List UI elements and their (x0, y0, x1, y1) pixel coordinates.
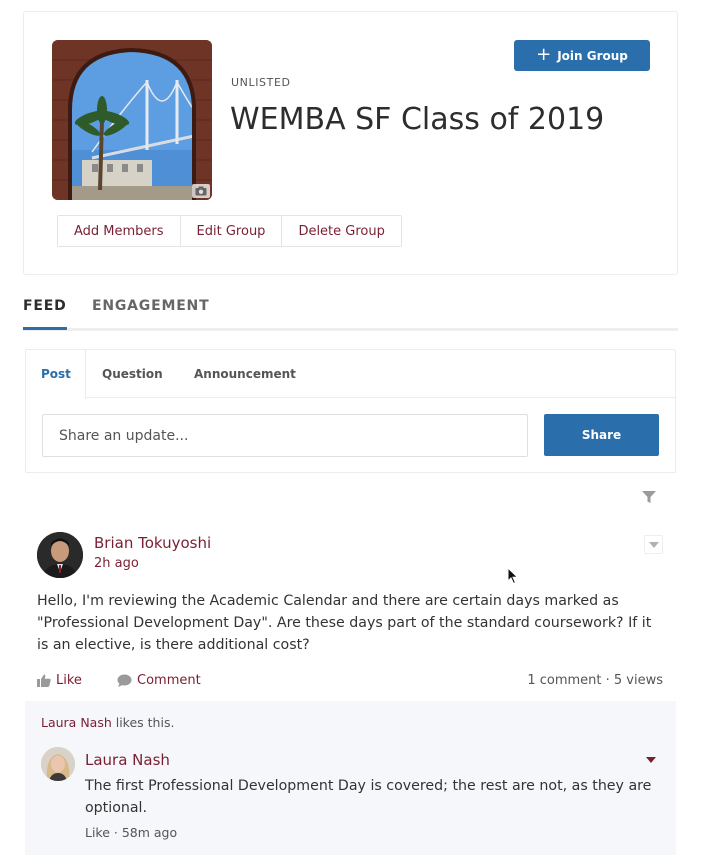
group-header-card: UNLISTED WEMBA SF Class of 2019 + Join G… (23, 11, 678, 275)
comment-author[interactable]: Laura Nash (85, 751, 170, 769)
avatar[interactable] (37, 532, 83, 578)
likes-summary: Laura Nash likes this. (41, 715, 174, 730)
edit-group-button[interactable]: Edit Group (180, 216, 283, 246)
comment-menu-icon[interactable] (645, 755, 657, 765)
camera-icon[interactable] (192, 184, 210, 198)
composer-tabs: Post Question Announcement (26, 350, 675, 399)
tab-engagement[interactable]: ENGAGEMENT (92, 298, 209, 314)
mouse-cursor-icon (507, 567, 519, 585)
group-actions: Add Members Edit Group Delete Group (57, 215, 402, 247)
group-tabs: FEED ENGAGEMENT (23, 298, 678, 331)
share-update-input[interactable] (42, 414, 528, 457)
post-menu-button[interactable] (644, 535, 663, 554)
visibility-label: UNLISTED (231, 76, 291, 89)
likes-suffix: likes this. (111, 715, 175, 730)
delete-group-button[interactable]: Delete Group (282, 216, 401, 246)
composer-tab-question[interactable]: Question (102, 367, 163, 381)
composer-tab-post[interactable]: Post (41, 367, 71, 381)
comment-label: Comment (137, 673, 201, 688)
comment-meta[interactable]: Like · 58m ago (85, 825, 177, 840)
add-members-button[interactable]: Add Members (58, 216, 181, 246)
like-label: Like (56, 673, 82, 688)
filter-icon[interactable] (641, 490, 657, 504)
group-photo-image (52, 40, 212, 200)
plus-icon: + (536, 43, 552, 65)
chevron-down-icon (648, 541, 659, 548)
tab-feed[interactable]: FEED (23, 298, 67, 330)
thumbs-up-icon (37, 674, 51, 687)
like-button[interactable]: Like (37, 673, 82, 688)
share-button[interactable]: Share (544, 414, 659, 456)
comment-button[interactable]: Comment (117, 673, 201, 688)
post-timestamp[interactable]: 2h ago (94, 556, 139, 571)
join-group-label: Join Group (557, 48, 628, 63)
comment-body: The first Professional Development Day i… (85, 778, 652, 816)
liker-name[interactable]: Laura Nash (41, 715, 112, 730)
group-photo[interactable] (52, 40, 212, 200)
comment-avatar[interactable] (41, 747, 75, 781)
join-group-button[interactable]: + Join Group (514, 40, 650, 71)
post-composer: Post Question Announcement Share (25, 349, 676, 473)
comment-bubble-icon (117, 674, 132, 687)
post-author[interactable]: Brian Tokuyoshi (94, 534, 211, 552)
composer-tab-announcement[interactable]: Announcement (194, 367, 296, 381)
post-body: Hello, I'm reviewing the Academic Calend… (37, 593, 652, 653)
group-title: WEMBA SF Class of 2019 (230, 102, 605, 137)
post-stats[interactable]: 1 comment · 5 views (527, 673, 663, 688)
